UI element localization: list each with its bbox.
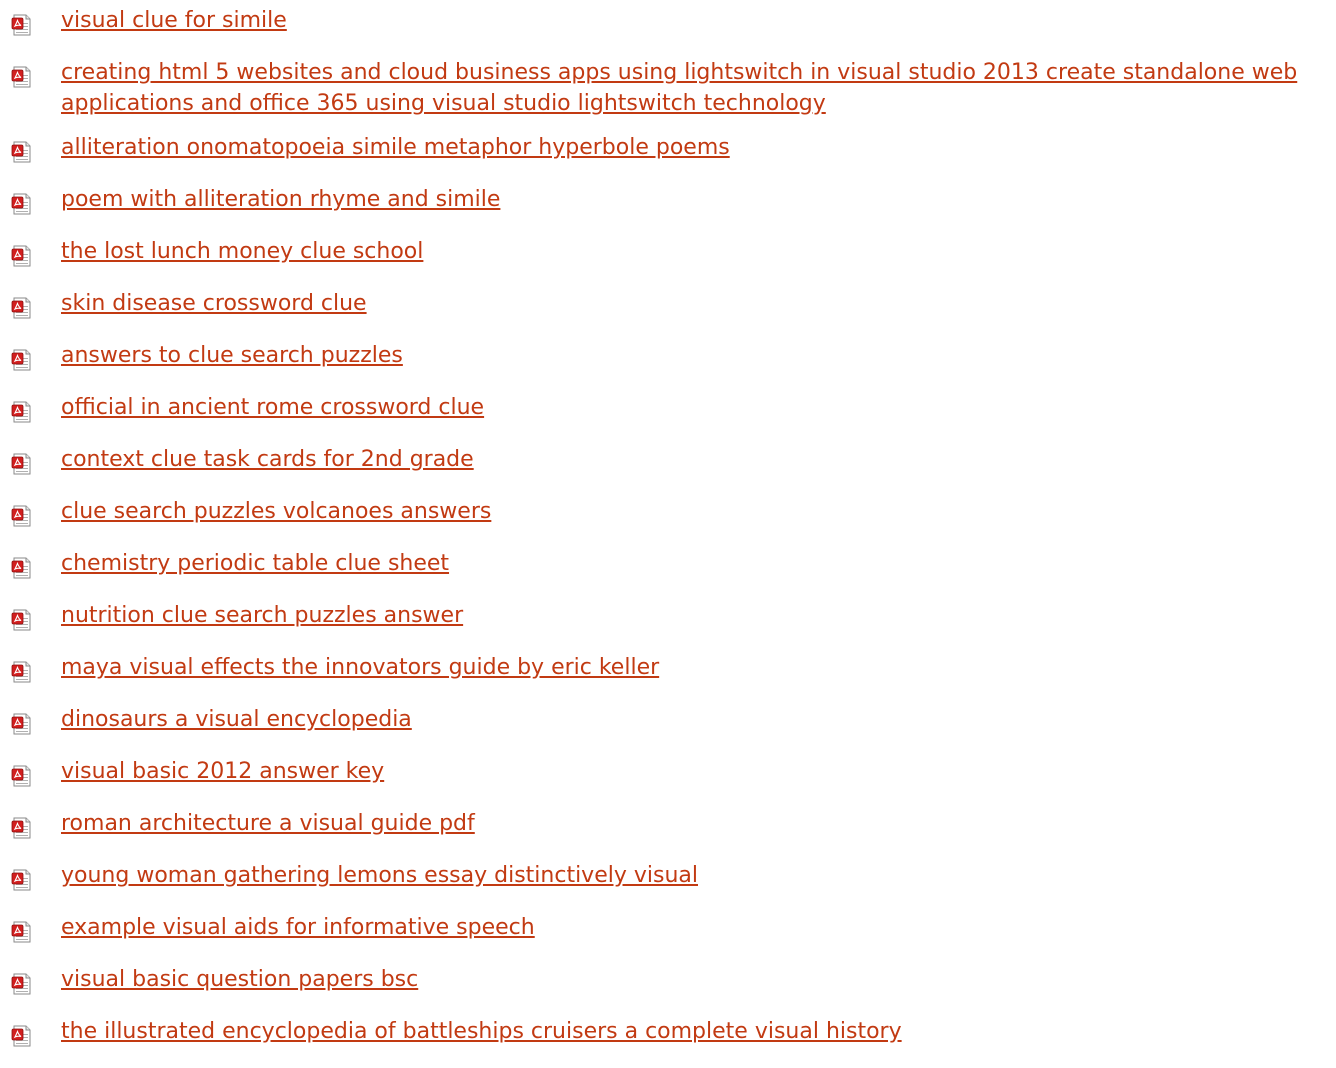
- document-link[interactable]: skin disease crossword clue: [61, 291, 367, 316]
- list-item: roman architecture a visual guide pdf: [0, 808, 1336, 847]
- list-item: poem with alliteration rhyme and simile: [0, 184, 1336, 223]
- list-item: alliteration onomatopoeia simile metapho…: [0, 132, 1336, 171]
- document-link-list: visual clue for simile creating html 5 w…: [0, 5, 1336, 1068]
- document-link[interactable]: poem with alliteration rhyme and simile: [61, 187, 500, 212]
- pdf-file-icon: [11, 66, 31, 88]
- document-link[interactable]: roman architecture a visual guide pdf: [61, 811, 475, 836]
- pdf-file-icon: [11, 973, 31, 995]
- document-link[interactable]: creating html 5 websites and cloud busin…: [61, 60, 1297, 116]
- list-item: the lost lunch money clue school: [0, 236, 1336, 275]
- pdf-file-icon: [11, 245, 31, 267]
- list-item: clue search puzzles volcanoes answers: [0, 496, 1336, 535]
- pdf-file-icon: [11, 869, 31, 891]
- pdf-file-icon: [11, 349, 31, 371]
- document-link[interactable]: chemistry periodic table clue sheet: [61, 551, 449, 576]
- document-link[interactable]: answers to clue search puzzles: [61, 343, 403, 368]
- document-link[interactable]: maya visual effects the innovators guide…: [61, 655, 659, 680]
- pdf-file-icon: [11, 453, 31, 475]
- pdf-file-icon: [11, 505, 31, 527]
- document-link[interactable]: young woman gathering lemons essay disti…: [61, 863, 698, 888]
- document-link[interactable]: the lost lunch money clue school: [61, 239, 423, 264]
- list-item: dinosaurs a visual encyclopedia: [0, 704, 1336, 743]
- pdf-file-icon: [11, 14, 31, 36]
- list-item: creating html 5 websites and cloud busin…: [0, 57, 1336, 119]
- pdf-file-icon: [11, 609, 31, 631]
- list-item: context clue task cards for 2nd grade: [0, 444, 1336, 483]
- document-link[interactable]: visual basic 2012 answer key: [61, 759, 384, 784]
- document-link[interactable]: context clue task cards for 2nd grade: [61, 447, 474, 472]
- document-link[interactable]: the illustrated encyclopedia of battlesh…: [61, 1019, 902, 1044]
- document-link[interactable]: alliteration onomatopoeia simile metapho…: [61, 135, 730, 160]
- list-item: official in ancient rome crossword clue: [0, 392, 1336, 431]
- list-item: visual basic question papers bsc: [0, 964, 1336, 1003]
- list-item: maya visual effects the innovators guide…: [0, 652, 1336, 691]
- list-item: answers to clue search puzzles: [0, 340, 1336, 379]
- document-link[interactable]: clue search puzzles volcanoes answers: [61, 499, 491, 524]
- pdf-file-icon: [11, 921, 31, 943]
- document-link[interactable]: visual basic question papers bsc: [61, 967, 418, 992]
- list-item: visual basic 2012 answer key: [0, 756, 1336, 795]
- document-link[interactable]: nutrition clue search puzzles answer: [61, 603, 463, 628]
- document-link[interactable]: example visual aids for informative spee…: [61, 915, 535, 940]
- list-item: nutrition clue search puzzles answer: [0, 600, 1336, 639]
- document-link[interactable]: official in ancient rome crossword clue: [61, 395, 484, 420]
- pdf-file-icon: [11, 713, 31, 735]
- list-item: young woman gathering lemons essay disti…: [0, 860, 1336, 899]
- pdf-file-icon: [11, 297, 31, 319]
- pdf-file-icon: [11, 765, 31, 787]
- pdf-file-icon: [11, 661, 31, 683]
- pdf-file-icon: [11, 817, 31, 839]
- list-item: chemistry periodic table clue sheet: [0, 548, 1336, 587]
- pdf-file-icon: [11, 193, 31, 215]
- pdf-file-icon: [11, 1025, 31, 1047]
- list-item: example visual aids for informative spee…: [0, 912, 1336, 951]
- list-item: the illustrated encyclopedia of battlesh…: [0, 1016, 1336, 1055]
- document-link[interactable]: dinosaurs a visual encyclopedia: [61, 707, 412, 732]
- pdf-file-icon: [11, 401, 31, 423]
- list-item: skin disease crossword clue: [0, 288, 1336, 327]
- document-link[interactable]: visual clue for simile: [61, 8, 287, 33]
- pdf-file-icon: [11, 141, 31, 163]
- pdf-file-icon: [11, 557, 31, 579]
- list-item: visual clue for simile: [0, 5, 1336, 44]
